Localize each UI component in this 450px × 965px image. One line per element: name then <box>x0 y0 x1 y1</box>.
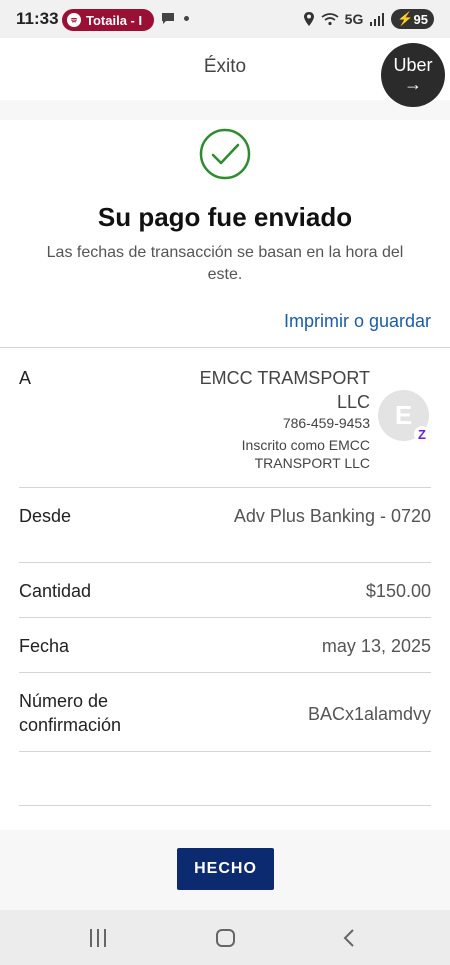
battery-level: 95 <box>413 11 428 27</box>
home-icon[interactable] <box>216 929 235 947</box>
divider <box>19 562 431 563</box>
recipient-registered-name: Inscrito como EMCC TRANSPORT LLC <box>241 437 370 471</box>
divider <box>0 347 450 348</box>
location-icon <box>303 12 314 26</box>
confirmation-label: Número de confirmación <box>19 691 122 735</box>
uber-floating-button[interactable]: Uber → <box>381 43 445 107</box>
recipient-name: EMCC TRAMSPORT LLC <box>199 368 370 412</box>
confirmation-number: BACx1alamdvy <box>307 704 431 724</box>
date-label: Fecha <box>19 636 70 656</box>
uber-label: Uber <box>393 55 433 75</box>
wifi-icon <box>321 13 339 26</box>
back-icon[interactable] <box>342 928 356 948</box>
arrow-right-icon: → <box>404 74 422 94</box>
battery-indicator: ⚡ 95 <box>391 9 434 29</box>
divider <box>19 751 431 752</box>
recipient-phone: 786-459-9453 <box>282 415 370 431</box>
zelle-badge-letter: Z <box>418 426 426 442</box>
media-pill-label: Totaila - I <box>86 12 143 28</box>
divider <box>19 805 431 806</box>
notification-dot-icon <box>184 16 189 21</box>
media-pill[interactable]: Totaila - I <box>62 9 154 31</box>
recents-icon[interactable] <box>90 929 106 947</box>
status-indicators: 5G ⚡ 95 <box>303 9 434 29</box>
signal-icon <box>370 13 385 26</box>
avatar-initial: E <box>394 400 413 430</box>
success-headline: Su pago fue enviado <box>97 202 353 232</box>
zelle-icon: Z <box>414 426 430 442</box>
spotify-icon <box>67 13 81 27</box>
done-button[interactable]: HECHO <box>177 848 274 890</box>
divider <box>19 487 431 488</box>
divider <box>19 672 431 673</box>
status-time: 11:33 <box>16 9 59 28</box>
recipient-label: A <box>19 368 32 388</box>
status-bar: 11:33 Totaila - I 5G ⚡ 95 <box>0 0 450 38</box>
amount-label: Cantidad <box>19 581 92 601</box>
chat-icon <box>162 13 174 24</box>
network-type: 5G <box>344 11 364 27</box>
header-spacer <box>0 100 450 120</box>
from-account: Adv Plus Banking - 0720 <box>233 506 431 526</box>
system-nav-bar <box>0 910 450 965</box>
from-label: Desde <box>19 506 72 526</box>
timezone-note: Las fechas de transacción se basan en la… <box>46 244 404 283</box>
divider <box>19 617 431 618</box>
print-or-save-link[interactable]: Imprimir o guardar <box>284 311 431 332</box>
success-check-icon <box>199 128 251 180</box>
amount-value: $150.00 <box>365 581 431 601</box>
date-value: may 13, 2025 <box>321 636 431 656</box>
